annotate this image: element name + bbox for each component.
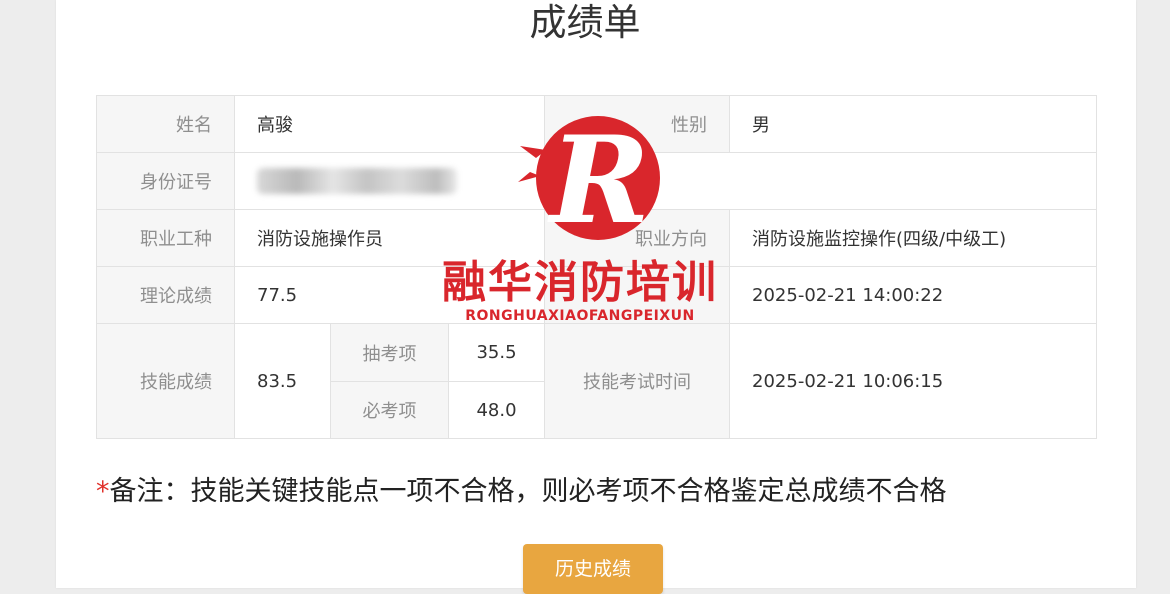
skill-label: 技能成绩 [96,323,235,439]
table-row: 理论成绩 77.5 2025-02-21 14:00:22 [96,266,1098,324]
table-row: 姓名 高骏 性别 男 [96,95,1098,153]
theory-label: 理论成绩 [96,266,235,324]
note-star: * [96,476,110,507]
skill-time-label: 技能考试时间 [544,323,731,439]
occupation-label: 职业工种 [96,209,235,267]
redacted-blur [257,168,457,194]
note: *备注：技能关键技能点一项不合格，则必考项不合格鉴定总成绩不合格 [96,472,1096,512]
required-item-label: 必考项 [330,381,449,439]
direction-label: 职业方向 [544,209,731,267]
theory-time-label [544,266,731,324]
draw-item-value: 35.5 [447,323,546,382]
history-grades-button[interactable]: 历史成绩 [523,544,663,594]
id-value-redacted [233,152,1098,210]
id-label: 身份证号 [96,152,235,210]
skill-time-value: 2025-02-21 10:06:15 [729,323,1098,439]
occupation-value: 消防设施操作员 [233,209,546,267]
required-item-value: 48.0 [447,381,546,439]
table-row: 身份证号 [96,152,1098,210]
table-row: 职业工种 消防设施操作员 职业方向 消防设施监控操作(四级/中级工) [96,209,1098,267]
theory-value: 77.5 [233,266,546,324]
skill-value: 83.5 [234,323,331,439]
theory-time-value: 2025-02-21 14:00:22 [729,266,1098,324]
page-title: 成绩单 [529,1,641,44]
direction-value: 消防设施监控操作(四级/中级工) [729,209,1098,267]
gender-value: 男 [729,95,1098,153]
draw-item-label: 抽考项 [330,323,449,382]
note-text: 备注：技能关键技能点一项不合格，则必考项不合格鉴定总成绩不合格 [109,476,947,507]
name-value: 高骏 [233,95,546,153]
gender-label: 性别 [544,95,731,153]
name-label: 姓名 [96,95,235,153]
grades-table: 姓名 高骏 性别 男 身份证号 职业工种 消防设施操作员 职业方向 消防设施监控… [96,95,1098,439]
table-row: 技能成绩 83.5 抽考项 35.5 技能考试时间 2025-02-21 10:… [96,323,1098,439]
